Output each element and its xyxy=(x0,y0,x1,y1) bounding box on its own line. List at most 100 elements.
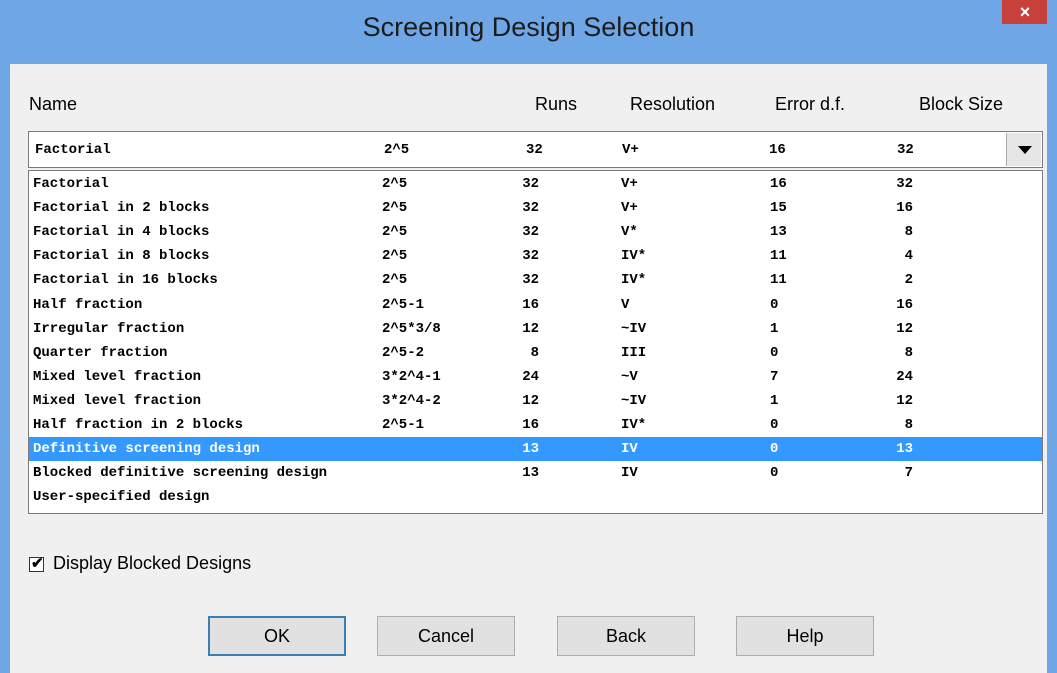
list-cell-block-size: 12 xyxy=(896,320,913,337)
window-frame-left xyxy=(0,0,10,673)
list-cell-design: 2^5 xyxy=(382,272,408,289)
list-cell-error-df: 0 xyxy=(770,441,779,458)
list-cell-error-df: 1 xyxy=(770,392,779,409)
list-cell-runs: 13 xyxy=(522,441,539,458)
list-cell-error-df: 11 xyxy=(770,248,787,265)
column-header-error-df: Error d.f. xyxy=(775,94,846,114)
list-cell-error-df: 13 xyxy=(770,224,787,241)
combo-resolution: V+ xyxy=(622,142,639,158)
help-button[interactable]: Help xyxy=(736,616,874,656)
title-bar[interactable]: Screening Design Selection × xyxy=(0,0,1057,64)
list-cell-block-size: 12 xyxy=(896,392,913,409)
combo-block-size: 32 xyxy=(897,142,914,158)
list-cell-block-size: 13 xyxy=(896,441,913,458)
list-cell-design: 2^5-1 xyxy=(382,296,425,313)
list-cell-runs: 12 xyxy=(522,392,539,409)
list-cell-runs: 12 xyxy=(522,320,539,337)
list-item[interactable]: Half fraction in 2 blocks 2^5-1 16 IV* 0 8 xyxy=(29,413,1042,437)
list-cell-design: 2^5 xyxy=(382,200,408,217)
list-item[interactable]: Blocked definitive screening design 13 IV 0… xyxy=(29,461,1042,485)
list-cell-resolution: IV* xyxy=(621,248,647,265)
list-cell-error-df: 15 xyxy=(770,200,787,217)
column-header-resolution: Resolution xyxy=(630,94,716,114)
list-item[interactable]: Factorial in 2 blocks 2^5 32 V+ 15 16 xyxy=(29,196,1042,220)
list-cell-resolution: ~IV xyxy=(621,392,647,409)
combo-error-df: 16 xyxy=(769,142,786,158)
combo-runs: 32 xyxy=(526,142,543,158)
list-item[interactable]: Mixed level fraction 3*2^4-1 24 ~V 7 24 xyxy=(29,365,1042,389)
back-button[interactable]: Back xyxy=(557,616,695,656)
design-combobox[interactable]: Factorial 2^5 32 V+ 16 32 xyxy=(28,131,1043,168)
combo-design: 2^5 xyxy=(384,142,410,158)
list-cell-block-size: 16 xyxy=(896,200,913,217)
list-cell-error-df: 0 xyxy=(770,417,779,433)
list-cell-design: 2^5-2 xyxy=(382,344,425,361)
list-cell-error-df: 0 xyxy=(770,296,779,313)
list-cell-resolution: IV xyxy=(621,441,638,458)
list-cell-resolution: V+ xyxy=(621,176,638,192)
list-item[interactable]: Factorial in 8 blocks 2^5 32 IV* 11 4 xyxy=(29,244,1042,268)
list-item[interactable]: Irregular fraction 2^5*3/8 12 ~IV 1 12 xyxy=(29,317,1042,341)
list-cell-block-size: 32 xyxy=(896,176,913,192)
combo-name: Factorial xyxy=(35,142,111,158)
list-cell-resolution: V+ xyxy=(621,200,638,217)
list-cell-resolution: ~IV xyxy=(621,320,647,337)
list-item[interactable]: Half fraction 2^5-1 16 V 0 16 xyxy=(29,293,1042,317)
list-cell-runs: 13 xyxy=(522,465,539,482)
list-cell-name: Factorial in 16 blocks xyxy=(33,272,218,289)
list-cell-design: 2^5 xyxy=(382,248,408,265)
list-cell-resolution: IV xyxy=(621,465,638,482)
list-cell-block-size: 24 xyxy=(896,368,913,385)
list-cell-error-df: 0 xyxy=(770,344,779,361)
list-cell-runs: 32 xyxy=(522,176,539,192)
list-cell-name: Blocked definitive screening design xyxy=(33,465,328,482)
close-button[interactable]: × xyxy=(1002,0,1048,24)
dropdown-arrow-button[interactable] xyxy=(1006,133,1041,166)
list-cell-design: 2^5 xyxy=(382,176,408,192)
list-cell-block-size: 16 xyxy=(896,296,913,313)
list-cell-runs: 32 xyxy=(522,248,539,265)
list-cell-name: Factorial xyxy=(33,176,109,192)
list-cell-resolution: V* xyxy=(621,224,638,241)
list-cell-block-size: 4 xyxy=(904,248,913,265)
list-cell-name: Half fraction in 2 blocks xyxy=(33,417,244,433)
list-cell-name: Quarter fraction xyxy=(33,344,168,361)
list-cell-name: Half fraction xyxy=(33,296,143,313)
list-cell-resolution: IV* xyxy=(621,272,647,289)
list-cell-runs: 16 xyxy=(522,417,539,433)
list-cell-resolution: III xyxy=(621,344,647,361)
list-cell-error-df: 11 xyxy=(770,272,787,289)
list-cell-design: 3*2^4-2 xyxy=(382,392,441,409)
list-cell-resolution: IV* xyxy=(621,417,647,433)
list-cell-runs: 16 xyxy=(522,296,539,313)
window-title: Screening Design Selection xyxy=(362,12,695,42)
cancel-button[interactable]: Cancel xyxy=(377,616,515,656)
ok-button[interactable]: OK xyxy=(208,616,346,656)
list-item[interactable]: Quarter fraction 2^5-2 8 III 0 8 xyxy=(29,341,1042,365)
list-cell-name: Factorial in 4 blocks xyxy=(33,224,210,241)
list-item[interactable]: Factorial 2^5 32 V+ 16 32 xyxy=(29,172,1042,196)
list-item[interactable]: User-specified design xyxy=(29,485,1042,509)
list-cell-name: Factorial in 8 blocks xyxy=(33,248,210,265)
list-cell-error-df: 1 xyxy=(770,320,779,337)
list-cell-name: Mixed level fraction xyxy=(33,368,202,385)
list-cell-block-size: 8 xyxy=(904,417,913,433)
list-cell-runs: 32 xyxy=(522,224,539,241)
list-cell-runs: 24 xyxy=(522,368,539,385)
list-cell-name: Factorial in 2 blocks xyxy=(33,200,210,217)
list-item[interactable]: Factorial in 4 blocks 2^5 32 V* 13 8 xyxy=(29,220,1042,244)
list-item[interactable]: Mixed level fraction 3*2^4-2 12 ~IV 1 12 xyxy=(29,389,1042,413)
list-cell-block-size: 2 xyxy=(904,272,913,289)
display-blocked-designs-label[interactable]: Display Blocked Designs xyxy=(53,553,251,574)
column-header-name: Name xyxy=(29,94,78,114)
list-cell-design: 2^5*3/8 xyxy=(382,320,441,337)
list-cell-block-size: 7 xyxy=(904,465,913,482)
list-cell-resolution: V xyxy=(621,296,630,313)
list-cell-design: 3*2^4-1 xyxy=(382,368,441,385)
list-cell-error-df: 16 xyxy=(770,176,787,192)
display-blocked-designs-checkbox[interactable]: ✔ xyxy=(29,555,44,572)
list-item[interactable]: Definitive screening design 13 IV 0 13 xyxy=(29,437,1042,462)
list-item[interactable]: Factorial in 16 blocks 2^5 32 IV* 11 2 xyxy=(29,268,1042,292)
list-cell-block-size: 8 xyxy=(904,224,913,241)
list-cell-design: 2^5-1 xyxy=(382,417,425,433)
